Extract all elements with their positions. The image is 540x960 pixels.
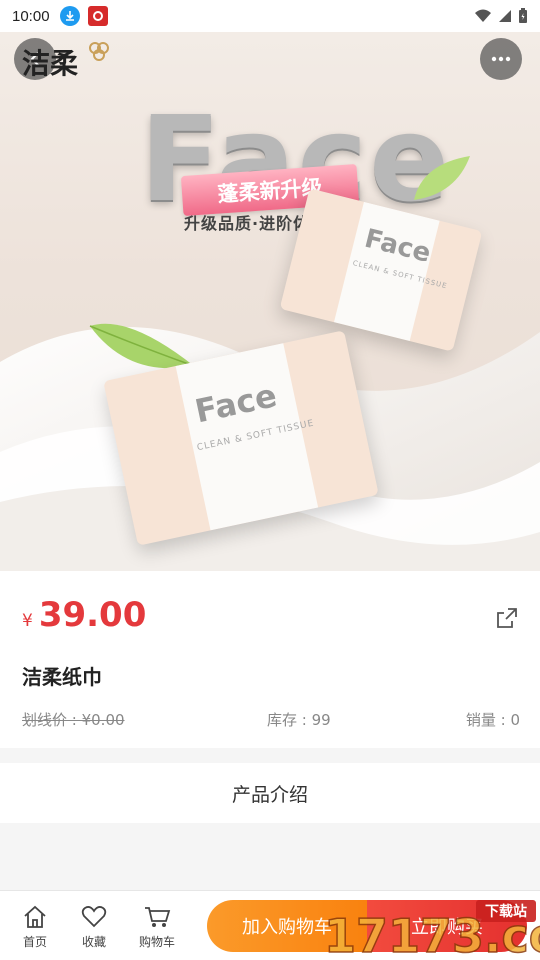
nav-home-label: 首页 <box>22 935 47 949</box>
product-info-card: ¥ 39.00 洁柔纸巾 划线价 : ¥0.00 库存 : 99 销量 : 0 <box>0 571 540 748</box>
status-time: 10:00 <box>12 7 50 25</box>
price-value: 39.00 <box>38 595 147 635</box>
status-indicators <box>474 8 528 24</box>
section-title: 产品介绍 <box>231 783 308 806</box>
more-dots-icon <box>491 56 511 62</box>
price: ¥ 39.00 <box>22 595 146 635</box>
cart-icon <box>145 907 171 927</box>
product-intro-section-header: 产品介绍 <box>0 763 540 823</box>
currency-symbol: ¥ <box>22 611 33 631</box>
product-hero-image[interactable]: Face 蓬柔新升级 升级品质·进阶体验 Face CLEAN & SOFT T… <box>0 32 540 571</box>
heart-icon <box>81 906 107 928</box>
home-icon <box>24 905 46 928</box>
nav-cart-label: 购物车 <box>138 935 175 949</box>
status-bar: 10:00 <box>0 0 540 32</box>
bottom-action-bar: 首页 收藏 购物车 加入购物车 立即购买 <box>0 890 540 960</box>
stock-count: 库存 : 99 <box>267 711 331 729</box>
brand-logo: 洁柔 <box>22 47 79 80</box>
share-icon[interactable] <box>494 605 520 631</box>
add-to-cart-button[interactable]: 加入购物车 <box>207 900 367 952</box>
nav-cart[interactable]: 购物车 <box>132 905 182 950</box>
nav-favorite-label: 收藏 <box>81 935 106 949</box>
more-button[interactable] <box>480 38 522 80</box>
app-notification-icon <box>87 6 108 26</box>
nav-favorite[interactable]: 收藏 <box>69 905 119 950</box>
product-title: 洁柔纸巾 <box>22 665 102 689</box>
leaf-icon <box>414 156 470 200</box>
nav-home[interactable]: 首页 <box>10 905 60 950</box>
wifi-icon <box>475 9 491 22</box>
brand-logo-flower-icon <box>89 42 109 61</box>
signal-icon <box>499 10 511 22</box>
sales-count: 销量 : 0 <box>465 711 520 729</box>
original-price: 划线价 : ¥0.00 <box>22 711 125 729</box>
download-icon <box>59 6 80 26</box>
buy-now-button[interactable]: 立即购买 <box>367 900 527 952</box>
battery-icon <box>519 8 527 23</box>
